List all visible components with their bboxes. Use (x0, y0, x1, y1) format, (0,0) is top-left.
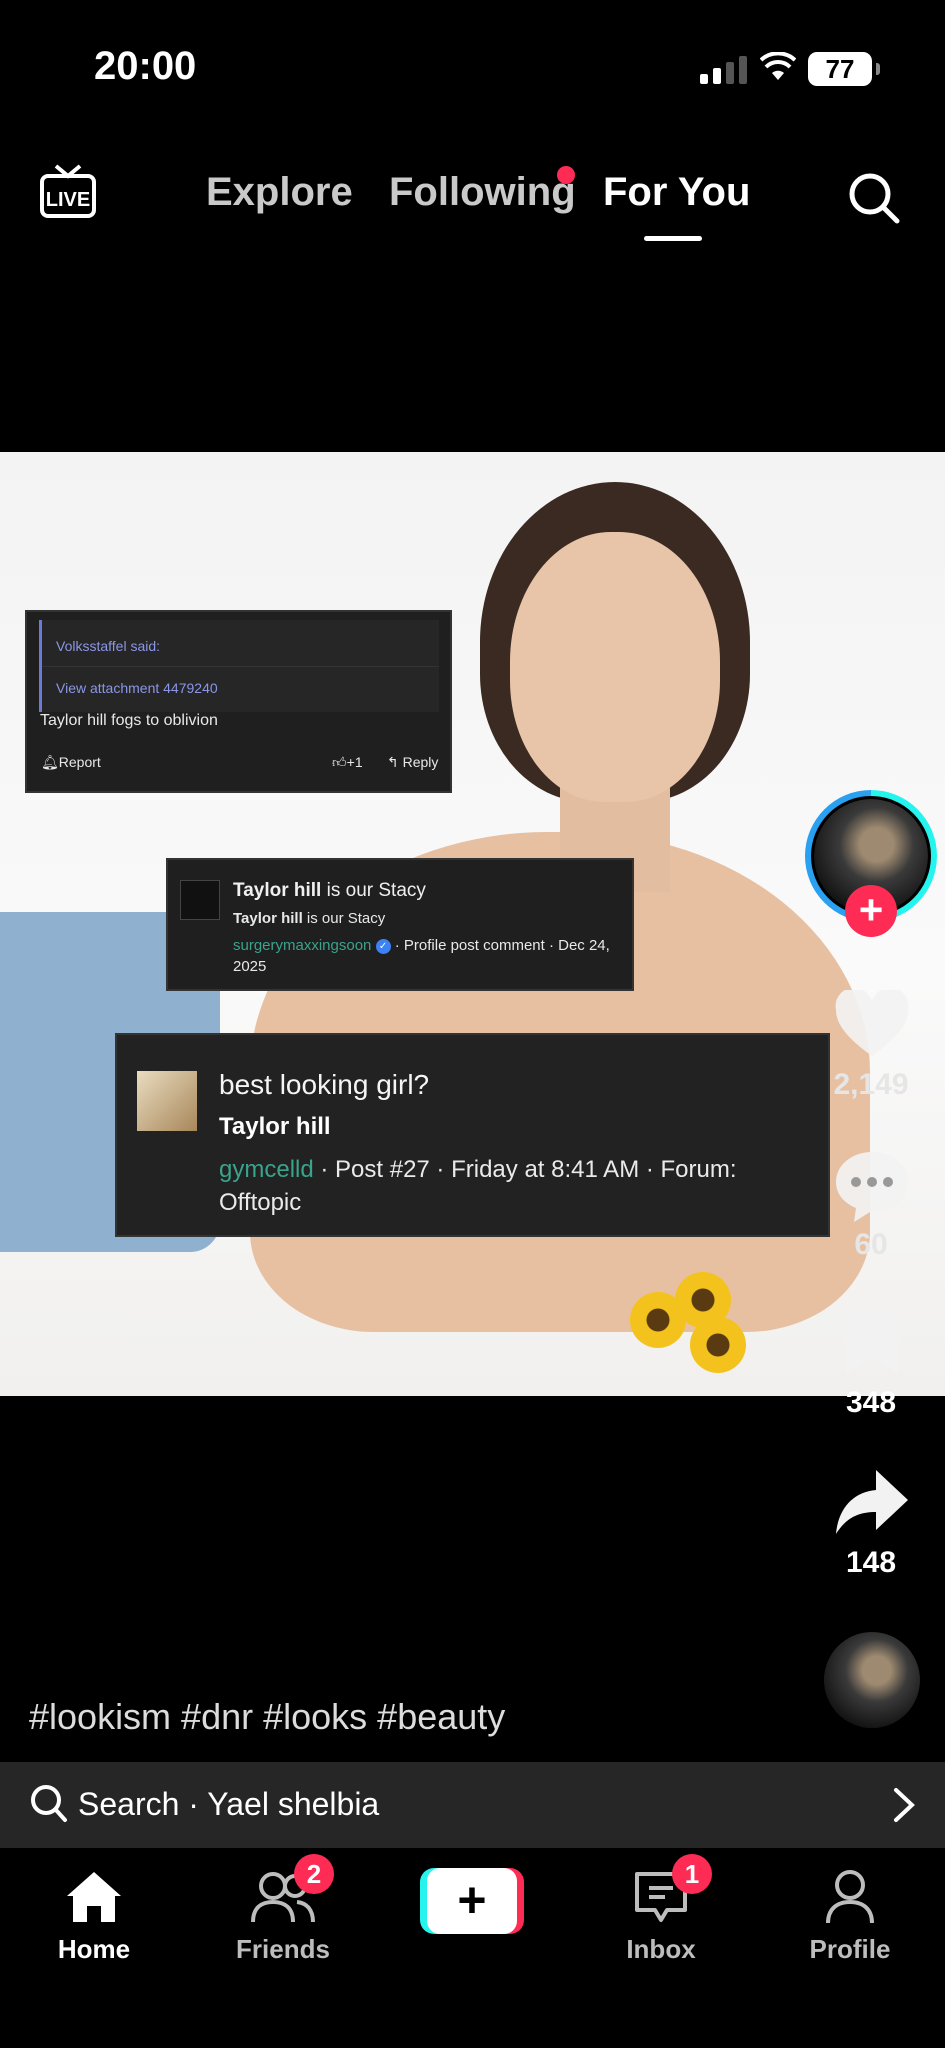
create-plus-icon: + (427, 1868, 517, 1934)
wifi-icon (760, 52, 796, 80)
live-label: LIVE (46, 189, 90, 211)
quote-block: Volksstaffel said: View attachment 44792… (39, 620, 439, 712)
nav-home-label: Home (57, 1934, 131, 1964)
video-caption-hashtags[interactable]: #lookism #dnr #looks #beauty (29, 1696, 505, 1738)
nav-profile[interactable]: Profile (780, 1862, 920, 1965)
forum-post-user: gymcelld (219, 1156, 314, 1183)
cellular-signal-icon (700, 54, 747, 84)
quote-author: Volksstaffel said: (56, 638, 161, 654)
forum-post-meta: gymcelld · Post #27 · Friday at 8:41 AM … (219, 1153, 809, 1219)
search-suggestion-bar[interactable]: Search · Yael shelbia (0, 1762, 945, 1848)
title-name: Taylor hill (233, 880, 322, 901)
forum-reply-card: Volksstaffel said: View attachment 44792… (25, 610, 452, 793)
comment-icon[interactable] (834, 1148, 910, 1224)
bell-icon: 🔔︎ (41, 754, 59, 770)
reply-text: Taylor hill fogs to oblivion (40, 712, 218, 729)
nav-profile-label: Profile (809, 1934, 891, 1964)
bottom-nav: Home Friends 2 + Inbox 1 Profile (0, 1848, 945, 2048)
quote-divider (42, 666, 439, 667)
nav-friends-label: Friends (236, 1934, 330, 1964)
forum-post-title: best looking girl? (219, 1069, 430, 1100)
profile-post-subtitle: Taylor hill is our Stacy (233, 910, 385, 927)
reply-arrow-icon: ↰ (387, 754, 403, 770)
bookmark-icon[interactable] (834, 1312, 910, 1378)
reply-link: ↰ Reply (387, 754, 438, 771)
sub-name: Taylor hill (233, 910, 303, 927)
tab-explore[interactable]: Explore (206, 170, 353, 215)
like-count: 👍︎+1 (332, 754, 363, 771)
following-notification-dot (557, 166, 575, 184)
status-time: 20:00 (94, 44, 197, 88)
profile-post-card: Taylor hill is our Stacy Taylor hill is … (166, 858, 634, 991)
share-count-label: 148 (845, 1546, 897, 1579)
verified-icon: ✓ (375, 938, 391, 954)
heart-icon[interactable] (834, 990, 910, 1060)
comment-count-label: 60 (854, 1228, 888, 1261)
forum-post-avatar (137, 1071, 197, 1131)
tab-following[interactable]: Following (389, 170, 576, 215)
title-rest: is our Stacy (321, 880, 426, 901)
video-flowers (620, 1272, 770, 1373)
reply-label: Reply (402, 754, 439, 770)
report-link: 🔔︎Report (41, 754, 101, 771)
report-label: Report (58, 754, 101, 770)
top-nav: LIVE Explore Following For You (0, 150, 945, 250)
battery-indicator: 77 (808, 52, 880, 86)
music-disc-image (824, 1632, 920, 1728)
search-icon[interactable] (848, 172, 900, 224)
status-bar: 20:00 77 (0, 0, 945, 140)
follow-button[interactable]: + (845, 885, 897, 937)
live-icon[interactable]: LIVE (38, 164, 98, 224)
search-icon (31, 1785, 67, 1822)
quote-attachment-link: View attachment 4479240 (56, 680, 218, 696)
profile-post-avatar (180, 880, 220, 920)
create-button[interactable]: + (420, 1868, 524, 1934)
friends-badge: 2 (294, 1854, 334, 1894)
profile-post-user: surgerymaxxingsoon (233, 937, 372, 954)
inbox-badge: 1 (672, 1854, 712, 1894)
video-face-shape (510, 532, 720, 802)
nav-home[interactable]: Home (24, 1862, 164, 1965)
profile-post-title: Taylor hill is our Stacy (233, 880, 426, 902)
forum-post-card: best looking girl? Taylor hill gymcelld … (115, 1033, 830, 1237)
like-count-label: 2,149 (833, 1068, 909, 1101)
search-suggestion-text: Search · Yael shelbia (78, 1786, 380, 1822)
profile-post-meta: surgerymaxxingsoon ✓ · Profile post comm… (233, 935, 623, 977)
home-icon (67, 1872, 121, 1922)
music-disc[interactable] (824, 1632, 920, 1728)
sub-rest: is our Stacy (302, 910, 386, 927)
share-icon[interactable] (834, 1468, 910, 1538)
profile-icon (826, 1870, 874, 1924)
tab-for-you[interactable]: For You (603, 170, 750, 215)
forum-post-subtitle: Taylor hill (219, 1113, 331, 1140)
thumbs-up-icon: 👍︎ (332, 754, 347, 770)
save-count-label: 348 (845, 1386, 897, 1419)
chevron-right-icon (894, 1788, 915, 1822)
like-label: +1 (346, 754, 363, 770)
active-tab-indicator (644, 236, 702, 241)
nav-inbox-label: Inbox (626, 1934, 696, 1964)
